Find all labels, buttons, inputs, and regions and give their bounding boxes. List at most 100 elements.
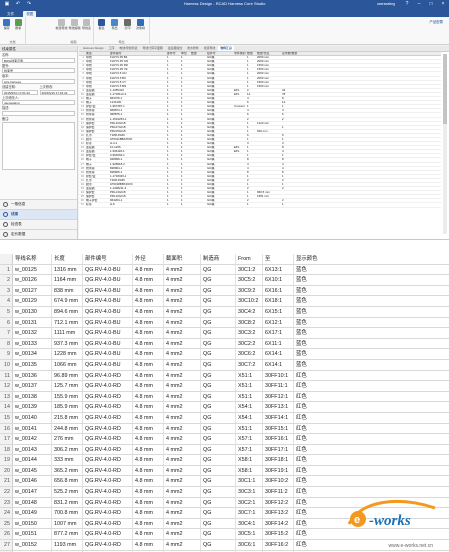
product-config-button[interactable]: 产品配置: [429, 20, 443, 25]
grid-cell: G0/黑: [207, 133, 215, 137]
grid-header-cell[interactable]: 组件号: [206, 52, 233, 55]
sheet-row[interactable]: 4 w_00129 674.9 mm QG.RV-4.0-BU 4.8 mm 4 mm2 Q…: [0, 296, 449, 307]
sheet-header-cell[interactable]: 制造商: [201, 254, 236, 264]
grid-row[interactable]: 37 标签 H-6 1 1 G0/黑 1 1: [79, 203, 441, 208]
sheet-row[interactable]: 2 w_00126 1164 mm QG.RV-4.0-BU 4.8 mm 4 mm2 QG…: [0, 275, 449, 286]
sheet-cell: 4 mm2: [164, 455, 201, 465]
grid-cell: [281, 60, 311, 63]
help-icon[interactable]: ?: [403, 1, 411, 7]
grid-cell: 78: [282, 92, 286, 96]
sheet-row[interactable]: 16 w_00141 244.8 mm QG.RV-4.0-RD 4.8 mm 4 mm2…: [0, 423, 449, 435]
document-tab[interactable]: Harness Design: [81, 46, 106, 51]
modified-date-field[interactable]: 2015/6/10 17:01:32: [39, 89, 75, 95]
sheet-row[interactable]: 1 w_00125 1316 mm QG.RV-4.0-BU 4.8 mm 4 mm2 QG…: [0, 264, 449, 276]
ribbon-print-button[interactable]: 打印: [122, 19, 133, 30]
date-row: 2015/6/10 17:01:32 2015/6/10 17:01:32: [2, 89, 75, 95]
grid-cell: 1: [181, 158, 183, 162]
ribbon-wire-table-button[interactable]: 导线表: [82, 19, 91, 30]
document-tab[interactable]: 线束导线: [202, 46, 218, 51]
sheet-header-cell[interactable]: 外径: [133, 254, 164, 264]
sheet-row[interactable]: 19 w_00144 333 mm QG.RV-4.0-RD 4.8 mm 4 mm2 QG…: [0, 455, 449, 466]
grid-header-cell[interactable]: 数量: [246, 52, 256, 55]
grid-header-cell[interactable]: 类型: [85, 52, 109, 55]
sheet-header-cell[interactable]: 长度: [52, 254, 83, 264]
minimize-icon[interactable]: –: [415, 1, 423, 7]
sheet-header-cell[interactable]: From: [236, 254, 263, 264]
document-tab[interactable]: 防水附件: [185, 46, 201, 51]
close-icon[interactable]: ×: [439, 1, 447, 7]
nav-item-harness[interactable]: 线束: [0, 209, 77, 219]
grid-cell: 扎带: [86, 178, 92, 182]
document-tab[interactable]: 物料汇总: [218, 46, 234, 51]
ribbon-export-button[interactable]: 导出: [109, 19, 120, 30]
sheet-header-cell[interactable]: 截面积: [164, 254, 201, 264]
sheet-row[interactable]: 11 w_00136 96.89 mm QG.RV-4.0-RD 4.8 mm 4 mm2…: [0, 370, 449, 382]
sheet-row[interactable]: 20 w_00145 365.2 mm QG.RV-4.0-RD 4.8 mm 4 mm2…: [0, 465, 449, 477]
version-field[interactable]: wire harness: [2, 79, 75, 85]
grid-header-cell[interactable]: 部件号: [166, 52, 180, 55]
grid-header-cell[interactable]: 部件编号: [109, 52, 166, 55]
grid-cell: [256, 142, 281, 145]
sheet-row[interactable]: 15 w_00140 215.8 mm QG.RV-4.0-RD 4.8 mm 4 mm2…: [0, 412, 449, 424]
vertical-scrollbar[interactable]: [443, 54, 447, 234]
name-field[interactable]: BWG线束示例: [2, 57, 75, 63]
grid-header-cell[interactable]: 数量: [190, 52, 206, 55]
sheet-header-cell[interactable]: 部件编号: [83, 254, 133, 264]
description-field[interactable]: [2, 111, 75, 117]
sheet-row[interactable]: 10 w_00135 1066 mm QG.RV-4.0-BU 4.8 mm 4 mm2 Q…: [0, 359, 449, 371]
sheet-header-cell[interactable]: 显示颜色: [294, 254, 334, 264]
nav-item-general[interactable]: 一般信息: [0, 199, 77, 209]
grid-cell: [190, 105, 206, 108]
modified-by-field[interactable]: userseating: [2, 100, 75, 106]
grid-cell: [256, 203, 281, 206]
grid-cell: 护套/盒: [86, 105, 96, 109]
sheet-header-cell[interactable]: 至: [263, 254, 294, 264]
document-tab[interactable]: 连接器属性: [166, 46, 184, 51]
created-date-field[interactable]: 2015/6/10 17:01:32: [2, 89, 38, 95]
maximize-icon[interactable]: □: [427, 1, 435, 7]
ribbon-wire-edit-button[interactable]: 导线编辑: [69, 19, 81, 30]
sheet-row[interactable]: 21 w_00146 656.8 mm QG.RV-4.0-RD 4.8 mm 4 mm2…: [0, 476, 449, 488]
row-number: 14: [0, 402, 13, 412]
sheet-row[interactable]: 27 w_00152 1193 mm QG.RV-4.0-RD 4.8 mm 4 mm2 Q…: [0, 540, 449, 551]
sheet-row[interactable]: 6 w_00131 712.1 mm QG.RV-4.0-BU 4.8 mm 4 mm2 Q…: [0, 317, 449, 329]
grid-cell: 8: [247, 170, 249, 174]
nav-item-checklist[interactable]: 检查表: [0, 219, 77, 229]
grid-cell: 6: [247, 101, 249, 105]
sheet-row[interactable]: 9 w_00134 1228 mm QG.RV-4.0-BU 4.8 mm 4 mm2 QG…: [0, 349, 449, 360]
sheet-header-row: 导线名称 长度 部件编号 外径 截面积 制造商 From 至显示颜色: [0, 254, 449, 265]
sheet-row[interactable]: 18 w_00143 306.2 mm QG.RV-4.0-RD 4.8 mm 4 mm2…: [0, 444, 449, 456]
sheet-row[interactable]: 5 w_00130 894.6 mm QG.RV-4.0-BU 4.8 mm 4 mm2 Q…: [0, 306, 449, 318]
document-tab[interactable]: 导线计算平面图: [141, 46, 165, 51]
grid-header-cell[interactable]: 数量/长度: [256, 52, 281, 55]
grid-cell: 6: [282, 113, 284, 117]
sheet-row[interactable]: 3 w_00127 838 mm QG.RV-4.0-BU 4.8 mm 4 mm2 QG 3…: [0, 285, 449, 297]
grid-header-cell[interactable]: 总米数/数量: [281, 52, 311, 55]
sheet-row[interactable]: 13 w_00138 155.9 mm QG.RV-4.0-RD 4.8 mm 4 mm2…: [0, 391, 449, 403]
sheet-cell: QG.RV-4.0-BU: [83, 296, 133, 306]
sheet-header-cell[interactable]: 导线名称: [13, 254, 52, 264]
scrollbar-thumb[interactable]: [443, 54, 447, 124]
grid-cell: 1: [167, 174, 169, 178]
sheet-row[interactable]: 17 w_00142 276 mm QG.RV-4.0-RD 4.8 mm 4 mm2 QG…: [0, 434, 449, 445]
ribbon-refresh-button[interactable]: 刷新: [14, 19, 24, 30]
grid-cell: 1: [247, 64, 249, 68]
grid-header-cell[interactable]: 单位: [180, 52, 190, 55]
grid-header-cell[interactable]: 零件类别: [233, 52, 246, 55]
sheet-row[interactable]: 12 w_00137 125.7 mm QG.RV-4.0-RD 4.8 mm 4 mm2…: [0, 381, 449, 392]
ribbon-group-label: 导出: [118, 39, 125, 44]
nav-item-pricing[interactable]: 定价数据: [0, 229, 77, 239]
sheet-cell: 674.9 mm: [52, 296, 83, 306]
drawing-number-field[interactable]: 线束号: [2, 68, 75, 74]
ribbon-new-wire-button[interactable]: 新建导线: [56, 19, 68, 30]
document-tab[interactable]: 工序: [107, 46, 117, 51]
ribbon-object-tree-button[interactable]: 对象树: [135, 19, 146, 30]
ribbon-report-button[interactable]: 报表: [96, 19, 107, 30]
sheet-row[interactable]: 8 w_00133 937.3 mm QG.RV-4.0-BU 4.8 mm 4 mm2 Q…: [0, 338, 449, 350]
sheet-row[interactable]: 14 w_00139 185.9 mm QG.RV-4.0-RD 4.8 mm 4 mm2…: [0, 402, 449, 413]
sheet-row[interactable]: 7 w_00132 1111 mm QG.RV-4.0-BU 4.8 mm 4 mm2 QG…: [0, 328, 449, 339]
ribbon-save-button[interactable]: 保存: [2, 19, 12, 30]
comment-textarea[interactable]: [2, 121, 75, 170]
document-tab[interactable]: 电线/导线列表: [117, 46, 139, 51]
grid-cell: G0/黑: [207, 154, 215, 158]
